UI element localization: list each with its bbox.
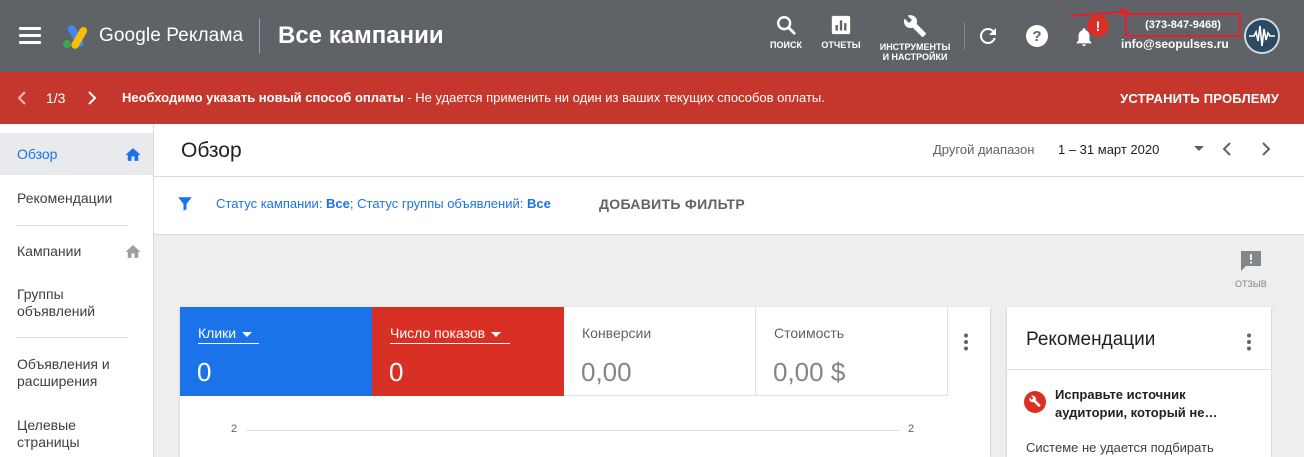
search-label: ПОИСК	[770, 40, 802, 50]
alert-title: Необходимо указать новый способ оплаты	[122, 90, 404, 105]
refresh-icon[interactable]	[976, 24, 1000, 48]
date-range-label: Другой диапазон	[933, 142, 1035, 157]
metric-value: 0	[197, 357, 212, 387]
overview-title: Обзор	[181, 139, 242, 162]
page-title: Все кампании	[278, 22, 444, 49]
metric-tile-impressions[interactable]: Число показов 0	[372, 307, 564, 396]
divider	[964, 22, 965, 50]
home-icon	[125, 148, 141, 161]
soundwave-icon	[1249, 25, 1275, 47]
tools-settings-button[interactable]: ИНСТРУМЕНТЫ И НАСТРОЙКИ	[876, 14, 954, 62]
feedback-label: ОТЗЫВ	[1235, 279, 1267, 289]
metric-tile-clicks[interactable]: Клики 0	[180, 307, 372, 396]
chevron-right-icon[interactable]	[87, 91, 97, 105]
sidebar-item-label: Кампании	[17, 243, 82, 259]
sidebar-item-label: объявлений	[17, 303, 96, 319]
group-status-label: ; Статус группы объявлений:	[349, 196, 527, 211]
campaign-status-label: Статус кампании:	[216, 196, 327, 211]
search-icon	[777, 16, 796, 35]
sidebar-item-overview[interactable]: Обзор	[0, 133, 153, 175]
sidebar-item-campaigns[interactable]: Кампании	[0, 243, 153, 260]
divider	[390, 343, 510, 344]
y-axis-right-tick: 2	[908, 423, 915, 435]
help-icon[interactable]: ?	[1025, 24, 1049, 48]
avatar[interactable]	[1244, 18, 1280, 54]
top-app-bar: Google Реклама Все кампании ПОИСК ОТЧЕТЫ…	[0, 0, 1304, 72]
account-email[interactable]: info@seopulses.ru	[1121, 37, 1229, 51]
alert-message: Необходимо указать новый способ оплаты -…	[122, 90, 825, 105]
home-icon	[125, 245, 141, 258]
campaign-status-value: Все	[326, 196, 350, 211]
sidebar-item-label: Рекомендации	[17, 190, 113, 206]
metric-value: 0,00 $	[773, 357, 846, 387]
metric-tile-cost[interactable]: Стоимость 0,00 $	[756, 307, 948, 396]
y-axis-left-tick: 2	[231, 423, 238, 435]
chevron-right-icon[interactable]	[1261, 141, 1271, 157]
chevron-left-icon[interactable]	[1222, 141, 1232, 157]
metric-label: Конверсии	[582, 325, 652, 341]
metric-value: 0,00	[581, 357, 632, 387]
recommendation-wrench-icon	[1024, 391, 1046, 413]
tools-label-line1: ИНСТРУМЕНТЫ	[879, 42, 951, 52]
metric-label: Стоимость	[774, 325, 845, 341]
performance-card: Клики 0 Число показов 0 Конверсии 0,00 С…	[180, 307, 990, 457]
sidebar-item-recommendations[interactable]: Рекомендации	[0, 190, 153, 207]
svg-text:?: ?	[1032, 28, 1041, 45]
fix-problem-button[interactable]: УСТРАНИТЬ ПРОБЛЕМУ	[1120, 91, 1279, 106]
overview-header: Обзор Другой диапазон 1 – 31 март 2020	[154, 124, 1304, 177]
annotation-arrow-icon	[1070, 8, 1130, 17]
metric-tile-conversions[interactable]: Конверсии 0,00	[564, 307, 756, 396]
sidebar-item-label: Целевые	[17, 417, 76, 433]
divider	[259, 18, 260, 54]
filter-icon[interactable]	[176, 195, 194, 213]
recommendations-card: Рекомендации Исправьте источник аудитори…	[1007, 307, 1271, 457]
sidebar-item-ads-extensions[interactable]: Объявления и расширения	[0, 356, 153, 390]
metric-label[interactable]: Клики	[198, 325, 253, 341]
search-button[interactable]: ПОИСК	[768, 14, 804, 50]
reports-icon	[831, 15, 851, 35]
caret-down-icon	[242, 331, 253, 337]
feedback-button[interactable]: ОТЗЫВ	[1235, 250, 1267, 289]
customer-id-highlight: (373-847-9468)	[1125, 13, 1241, 37]
sidebar-item-landing-pages[interactable]: Целевые страницы	[0, 417, 153, 451]
divider	[17, 337, 127, 338]
reports-label: ОТЧЕТЫ	[821, 40, 861, 50]
chart-gridline	[246, 430, 900, 431]
sidebar: Обзор Рекомендации Кампании Группы объяв…	[0, 124, 154, 457]
recommendation-title[interactable]: Исправьте источник аудитории, который не…	[1055, 386, 1255, 422]
reports-button[interactable]: ОТЧЕТЫ	[820, 14, 862, 50]
sidebar-item-label: Обзор	[17, 146, 58, 162]
sidebar-item-ad-groups[interactable]: Группы объявлений	[0, 286, 153, 320]
divider	[1007, 369, 1271, 370]
chevron-left-icon[interactable]	[17, 91, 27, 105]
group-status-value: Все	[526, 196, 551, 211]
tools-label-line2: И НАСТРОЙКИ	[882, 52, 948, 62]
active-filters[interactable]: Статус кампании: Все; Статус группы объя…	[216, 196, 551, 211]
payment-alert-bar: 1/3 Необходимо указать новый способ опла…	[0, 72, 1304, 124]
metric-label[interactable]: Число показов	[390, 325, 502, 341]
sidebar-item-label: расширения	[17, 373, 98, 389]
sidebar-item-label: Объявления и	[17, 356, 110, 372]
more-vert-icon[interactable]	[1246, 333, 1252, 351]
sidebar-item-label: Группы	[17, 286, 64, 302]
sidebar-item-label: страницы	[17, 434, 80, 450]
alert-pager: 1/3	[46, 90, 66, 106]
menu-icon[interactable]	[19, 27, 41, 45]
more-vert-icon[interactable]	[963, 333, 969, 351]
caret-down-icon	[491, 331, 502, 337]
filter-bar: Статус кампании: Все; Статус группы объя…	[154, 177, 1304, 235]
recommendations-title: Рекомендации	[1026, 329, 1156, 350]
alert-detail: - Не удается применить ни один из ваших …	[403, 90, 825, 105]
feedback-icon	[1240, 251, 1261, 271]
metric-value: 0	[389, 357, 404, 387]
divider	[198, 343, 259, 344]
recommendation-description: Системе не удается подбирать	[1026, 440, 1214, 455]
brand-name: Google Реклама	[99, 25, 244, 46]
google-ads-logo	[63, 25, 88, 49]
add-filter-button[interactable]: ДОБАВИТЬ ФИЛЬТР	[599, 196, 745, 212]
date-range-value[interactable]: 1 – 31 март 2020	[1058, 142, 1159, 157]
date-range-dropdown-icon[interactable]	[1194, 146, 1204, 151]
divider	[17, 225, 127, 226]
wrench-icon	[903, 15, 926, 37]
